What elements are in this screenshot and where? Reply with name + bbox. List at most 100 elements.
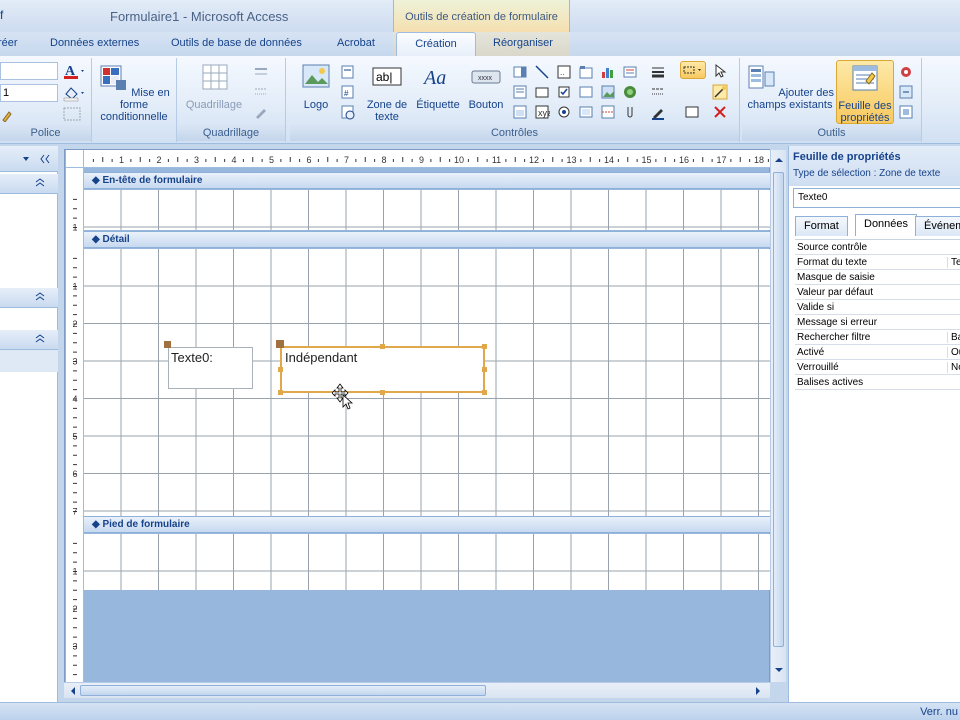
tab-control-icon[interactable] xyxy=(578,64,594,80)
borders-icon[interactable] xyxy=(62,106,84,122)
font-size-combo[interactable]: 1 xyxy=(0,84,58,102)
tab-creer[interactable]: réer xyxy=(0,37,18,49)
tab-creation[interactable]: Création xyxy=(396,32,476,56)
text-box-button[interactable]: ab| Zone de texte xyxy=(362,62,412,123)
resize-handle-top[interactable] xyxy=(380,344,385,349)
hyperlink-icon[interactable] xyxy=(622,84,638,100)
toggle-button-icon[interactable]: .. xyxy=(556,64,572,80)
detail-band[interactable]: ◆ Détail xyxy=(84,231,770,248)
resize-handle-right[interactable] xyxy=(482,367,487,372)
horizontal-scrollbar[interactable] xyxy=(64,682,770,698)
attachment-icon[interactable] xyxy=(622,104,638,120)
form-footer-grid[interactable] xyxy=(84,534,770,590)
property-row[interactable]: Format du texte Te xyxy=(795,255,960,270)
horizontal-scroll-thumb[interactable] xyxy=(80,685,486,696)
property-row[interactable]: Activé Ou xyxy=(795,345,960,360)
tab-outils-base-de-donnees[interactable]: Outils de base de données xyxy=(171,37,302,49)
checkbox-icon[interactable] xyxy=(556,84,572,100)
vertical-scroll-thumb[interactable] xyxy=(773,172,784,647)
resize-handle-top-right[interactable] xyxy=(482,344,487,349)
insert-page-icon[interactable] xyxy=(622,64,638,80)
grid-width-icon[interactable] xyxy=(253,64,277,80)
option-button-icon[interactable] xyxy=(556,104,572,120)
label-button[interactable]: Aa Étiquette xyxy=(412,62,464,111)
form-header-grid[interactable] xyxy=(84,190,770,230)
property-value[interactable]: Te xyxy=(947,257,960,268)
label-move-handle[interactable] xyxy=(164,341,171,348)
select-arrow-icon[interactable] xyxy=(712,63,728,79)
chart-icon[interactable] xyxy=(600,64,616,80)
title-icon[interactable] xyxy=(340,64,356,80)
list-box-icon[interactable] xyxy=(512,84,528,100)
vba-icon[interactable] xyxy=(898,64,914,80)
line-thickness-icon[interactable] xyxy=(650,64,674,80)
tab-acrobat[interactable]: Acrobat xyxy=(337,37,375,49)
conditional-format-button[interactable]: Mise en forme conditionnelle xyxy=(94,62,174,123)
command-button-button[interactable]: xxxx Bouton xyxy=(464,62,508,111)
property-row[interactable]: Verrouillé No xyxy=(795,360,960,375)
nav-group-header-3[interactable] xyxy=(0,330,58,350)
line-color-icon[interactable] xyxy=(650,104,674,120)
property-value[interactable]: No xyxy=(947,362,960,373)
line-icon[interactable] xyxy=(534,64,550,80)
combo-box-icon[interactable] xyxy=(512,64,528,80)
bound-object-icon[interactable] xyxy=(578,104,594,120)
tab-donnees-externes[interactable]: Données externes xyxy=(50,37,139,49)
nav-collapse-icon[interactable] xyxy=(38,152,52,166)
use-control-wizards-icon[interactable] xyxy=(712,84,728,100)
select-all-button[interactable] xyxy=(680,61,706,79)
grid-color-icon[interactable] xyxy=(253,104,277,120)
resize-handle-bottom-right[interactable] xyxy=(482,390,487,395)
label-texte0[interactable]: Texte0: xyxy=(168,347,253,389)
scroll-right-arrow-icon[interactable] xyxy=(752,685,764,697)
option-group-icon[interactable]: xyz xyxy=(534,104,550,120)
textbox-move-handle[interactable] xyxy=(276,340,284,348)
grid-style-icon[interactable] xyxy=(253,84,277,100)
line-type-icon[interactable] xyxy=(650,84,674,100)
nav-group-header-1[interactable] xyxy=(0,174,58,194)
property-value[interactable]: Ou xyxy=(947,347,960,358)
property-row[interactable]: Message si erreur xyxy=(795,315,960,330)
unbound-object-icon[interactable] xyxy=(578,84,594,100)
page-number-icon[interactable]: # xyxy=(340,84,356,100)
textbox-independant[interactable]: Indépendant xyxy=(280,346,485,393)
fill-color-icon[interactable] xyxy=(62,84,86,102)
ruler-corner[interactable] xyxy=(66,150,84,168)
quick-access-icon[interactable]: f xyxy=(0,8,3,22)
add-existing-fields-button[interactable]: Ajouter des champs existants xyxy=(744,62,836,111)
form-footer-band[interactable]: ◆ Pied de formulaire xyxy=(84,516,770,533)
image-icon[interactable] xyxy=(600,84,616,100)
font-color-icon[interactable]: A xyxy=(62,62,86,80)
resize-handle-bottom[interactable] xyxy=(380,390,385,395)
logo-button[interactable]: Logo xyxy=(296,62,336,111)
nav-group-header-2[interactable] xyxy=(0,288,58,308)
tab-format[interactable]: Format xyxy=(795,216,848,236)
gridlines-button[interactable]: Quadrillage xyxy=(183,62,245,111)
form-header-band[interactable]: ◆ En-tête de formulaire xyxy=(84,172,770,189)
nav-selected-item[interactable] xyxy=(0,350,58,372)
scroll-down-arrow-icon[interactable] xyxy=(773,664,785,676)
format-painter-icon[interactable] xyxy=(0,106,14,122)
tab-evenement[interactable]: Événem xyxy=(915,216,960,236)
vertical-scrollbar[interactable] xyxy=(770,150,786,682)
scroll-up-arrow-icon[interactable] xyxy=(773,154,785,166)
property-row[interactable]: Rechercher filtre Ba xyxy=(795,330,960,345)
property-row[interactable]: Valeur par défaut xyxy=(795,285,960,300)
property-row[interactable]: Source contrôle xyxy=(795,240,960,255)
tab-donnees[interactable]: Données xyxy=(855,214,918,236)
property-sheet-button[interactable]: Feuille des propriétés xyxy=(836,60,894,124)
rectangle-icon[interactable] xyxy=(534,84,550,100)
date-time-icon[interactable] xyxy=(340,104,356,120)
property-row[interactable]: Valide si xyxy=(795,300,960,315)
subform-tool-icon[interactable] xyxy=(898,104,914,120)
property-row[interactable]: Balises actives xyxy=(795,375,960,390)
resize-handle-bottom-left[interactable] xyxy=(278,390,283,395)
align-icon[interactable] xyxy=(684,104,700,120)
font-name-combo[interactable] xyxy=(0,62,58,80)
tab-reorganiser[interactable]: Réorganiser xyxy=(493,37,553,49)
nav-dropdown-icon[interactable] xyxy=(20,152,34,166)
selected-object-combo[interactable]: Texte0 xyxy=(793,188,960,208)
convert-macros-icon[interactable] xyxy=(898,84,914,100)
scroll-left-arrow-icon[interactable] xyxy=(67,685,79,697)
subform-icon[interactable] xyxy=(512,104,528,120)
